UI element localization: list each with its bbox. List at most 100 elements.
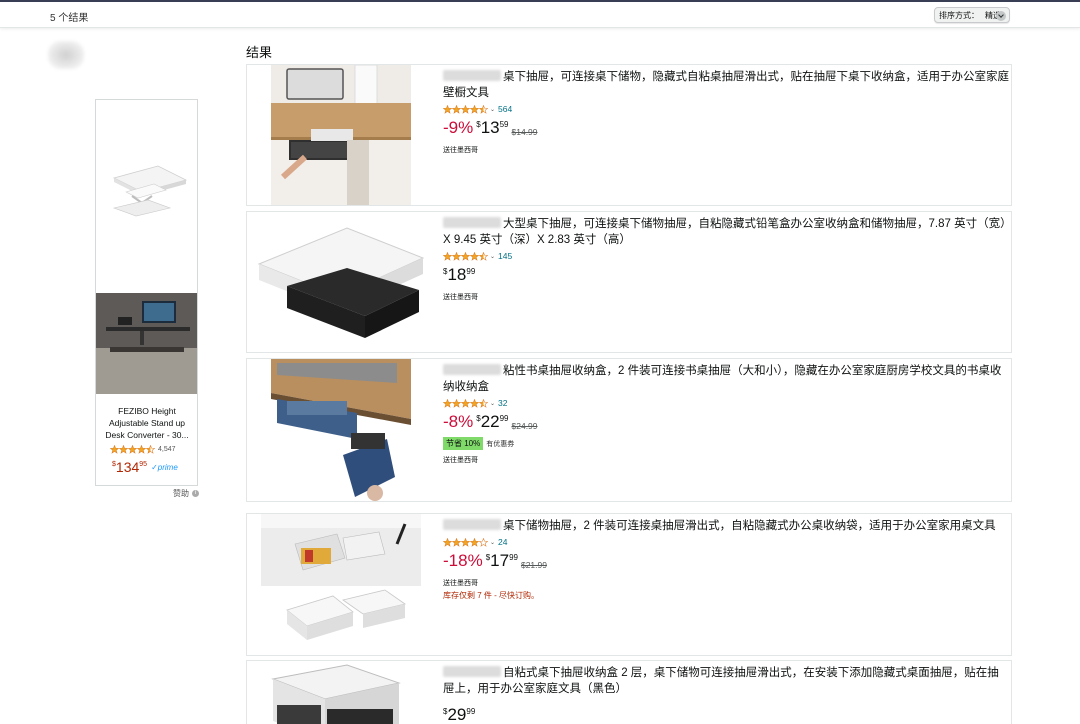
rating-caret-icon[interactable]: ⌄ — [490, 400, 495, 407]
price-row: -18% $ 17 99 $21.99 — [443, 551, 1009, 573]
review-count[interactable]: 564 — [498, 104, 512, 114]
review-count[interactable]: 145 — [498, 251, 512, 261]
results-info-bar: 5 个结果 排序方式： 精选 — [0, 2, 1080, 28]
product-rating[interactable]: ⌄ 24 — [443, 536, 1009, 548]
discount-percent: -8% — [443, 412, 474, 431]
star-icon — [128, 445, 137, 454]
rating-stars — [443, 537, 488, 547]
price-whole: 22 — [480, 412, 500, 431]
product-image[interactable] — [247, 661, 435, 724]
price-whole: 18 — [447, 265, 467, 284]
price-whole: 29 — [447, 705, 467, 724]
sort-label: 排序方式： — [939, 10, 979, 20]
ad-image-workspace[interactable] — [96, 293, 197, 394]
product-rating[interactable]: ⌄ 145 — [443, 250, 1009, 262]
product-image[interactable] — [247, 359, 435, 501]
product-title[interactable]: 桌下储物抽屉，2 件装可连接桌抽屉滑出式，自粘隐藏式办公桌收纳袋，适用于办公室家… — [443, 518, 1009, 534]
ad-image-converter[interactable] — [96, 100, 197, 293]
star-icon — [119, 445, 128, 454]
star-icon — [146, 445, 155, 454]
shipping-text: 送往墨西哥 — [443, 294, 478, 301]
product-title[interactable]: 大型桌下抽屉，可连接桌下储物抽屉，自粘隐藏式铅笔盒办公室收纳盒和储物抽屉，7.8… — [443, 216, 1009, 248]
list-price: $21.99 — [520, 560, 547, 570]
price-whole: 17 — [490, 551, 510, 570]
product-info: 自粘式桌下抽屉收纳盒 2 层，桌下储物可连接抽屉滑出式，在安装下添加隐藏式桌面抽… — [443, 665, 1009, 724]
star-icon — [137, 445, 146, 454]
discount-percent: -9% — [443, 118, 474, 137]
star-icon — [452, 251, 461, 261]
product-info: 粘性书桌抽屉收纳盒，2 件装可连接书桌抽屉（大和小），隐藏在办公室家庭厨房学校文… — [443, 363, 1009, 465]
price-row: -8% $ 22 99 $24.99 — [443, 412, 1009, 434]
blurred-brand — [443, 519, 501, 530]
star-icon — [470, 104, 479, 114]
coupon-row[interactable]: 节省 10% 有优惠券 — [443, 437, 1009, 450]
sort-chevron-icon — [996, 11, 1006, 21]
product-title-text[interactable]: 桌下抽屉，可连接桌下储物，隐藏式自粘桌抽屉滑出式，贴在抽屉下桌下收纳盒，适用于办… — [443, 71, 1009, 99]
product-card[interactable]: 桌下储物抽屉，2 件装可连接桌抽屉滑出式，自粘隐藏式办公桌收纳袋，适用于办公室家… — [246, 513, 1012, 656]
product-card[interactable]: 自粘式桌下抽屉收纳盒 2 层，桌下储物可连接抽屉滑出式，在安装下添加隐藏式桌面抽… — [246, 660, 1012, 724]
product-image[interactable] — [247, 212, 435, 352]
product-title-text[interactable]: 粘性书桌抽屉收纳盒，2 件装可连接书桌抽屉（大和小），隐藏在办公室家庭厨房学校文… — [443, 365, 1001, 393]
product-title-text[interactable]: 自粘式桌下抽屉收纳盒 2 层，桌下储物可连接抽屉滑出式，在安装下添加隐藏式桌面抽… — [443, 667, 999, 695]
star-icon — [461, 104, 470, 114]
product-rating[interactable]: ⌄ 564 — [443, 103, 1009, 115]
star-icon — [479, 104, 488, 114]
ad-rating[interactable]: 4,547 — [110, 445, 176, 454]
star-icon — [479, 537, 488, 547]
sort-dropdown[interactable]: 排序方式： 精选 — [934, 7, 1010, 23]
star-icon — [452, 104, 461, 114]
rating-caret-icon[interactable]: ⌄ — [490, 253, 495, 260]
product-info: 大型桌下抽屉，可连接桌下储物抽屉，自粘隐藏式铅笔盒办公室收纳盒和储物抽屉，7.8… — [443, 216, 1009, 302]
price-whole: 13 — [480, 118, 500, 137]
coupon-badge[interactable]: 节省 10% — [443, 437, 484, 450]
ad-price-fraction: 95 — [139, 461, 148, 468]
price-fraction: 99 — [466, 707, 476, 716]
stock-warning: 库存仅剩 7 件 - 尽快订购。 — [443, 591, 540, 600]
blurred-brand — [443, 70, 501, 81]
product-image[interactable] — [247, 514, 435, 655]
list-price: $14.99 — [511, 127, 538, 137]
product-card[interactable]: 大型桌下抽屉，可连接桌下储物抽屉，自粘隐藏式铅笔盒办公室收纳盒和储物抽屉，7.8… — [246, 211, 1012, 353]
ad-review-count: 4,547 — [158, 446, 176, 453]
result-count: 5 个结果 — [50, 13, 89, 24]
product-title-text[interactable]: 桌下储物抽屉，2 件装可连接桌抽屉滑出式，自粘隐藏式办公桌收纳袋，适用于办公室家… — [503, 520, 996, 532]
star-icon — [110, 445, 119, 454]
info-icon[interactable]: i — [192, 490, 199, 497]
product-card[interactable]: 桌下抽屉，可连接桌下储物，隐藏式自粘桌抽屉滑出式，贴在抽屉下桌下收纳盒，适用于办… — [246, 64, 1012, 206]
star-icon — [443, 537, 452, 547]
rating-caret-icon[interactable]: ⌄ — [490, 539, 495, 546]
sponsored-label[interactable]: 赞助 i — [173, 488, 199, 499]
blurred-brand — [443, 364, 501, 375]
price-fraction: 99 — [509, 553, 518, 562]
star-icon — [443, 104, 452, 114]
product-rating[interactable]: ⌄ 32 — [443, 397, 1009, 409]
list-price: $24.99 — [511, 421, 538, 431]
blurred-brand — [443, 666, 501, 677]
rating-caret-icon[interactable]: ⌄ — [490, 106, 495, 113]
ad-price: $ 134 95 ✓prime — [112, 459, 178, 475]
discount-percent: -18% — [443, 551, 483, 570]
product-title-text[interactable]: 大型桌下抽屉，可连接桌下储物抽屉，自粘隐藏式铅笔盒办公室收纳盒和储物抽屉，7.8… — [443, 218, 1006, 246]
ad-title[interactable]: FEZIBO Height Adjustable Stand up Desk C… — [100, 405, 194, 441]
sponsored-ad-card[interactable]: FEZIBO Height Adjustable Stand up Desk C… — [95, 99, 198, 486]
price-row: $ 18 99 — [443, 265, 1009, 287]
product-image[interactable] — [247, 65, 435, 205]
price-row: -9% $ 13 59 $14.99 — [443, 118, 1009, 140]
product-card[interactable]: 粘性书桌抽屉收纳盒，2 件装可连接书桌抽屉（大和小），隐藏在办公室家庭厨房学校文… — [246, 358, 1012, 502]
star-icon — [452, 398, 461, 408]
star-icon — [470, 251, 479, 261]
product-title[interactable]: 粘性书桌抽屉收纳盒，2 件装可连接书桌抽屉（大和小），隐藏在办公室家庭厨房学校文… — [443, 363, 1009, 395]
star-icon — [461, 251, 470, 261]
review-count[interactable]: 32 — [498, 398, 507, 408]
review-count[interactable]: 24 — [498, 537, 507, 547]
product-title[interactable]: 自粘式桌下抽屉收纳盒 2 层，桌下储物可连接抽屉滑出式，在安装下添加隐藏式桌面抽… — [443, 665, 1009, 697]
rating-stars — [443, 104, 488, 114]
product-info: 桌下抽屉，可连接桌下储物，隐藏式自粘桌抽屉滑出式，贴在抽屉下桌下收纳盒，适用于办… — [443, 69, 1009, 155]
star-icon — [479, 398, 488, 408]
star-icon — [461, 398, 470, 408]
ad-price-whole: 134 — [115, 459, 140, 475]
product-title[interactable]: 桌下抽屉，可连接桌下储物，隐藏式自粘桌抽屉滑出式，贴在抽屉下桌下收纳盒，适用于办… — [443, 69, 1009, 101]
price-fraction: 99 — [499, 414, 509, 423]
price-row: $ 29 99 — [443, 705, 1009, 724]
star-icon — [452, 537, 461, 547]
